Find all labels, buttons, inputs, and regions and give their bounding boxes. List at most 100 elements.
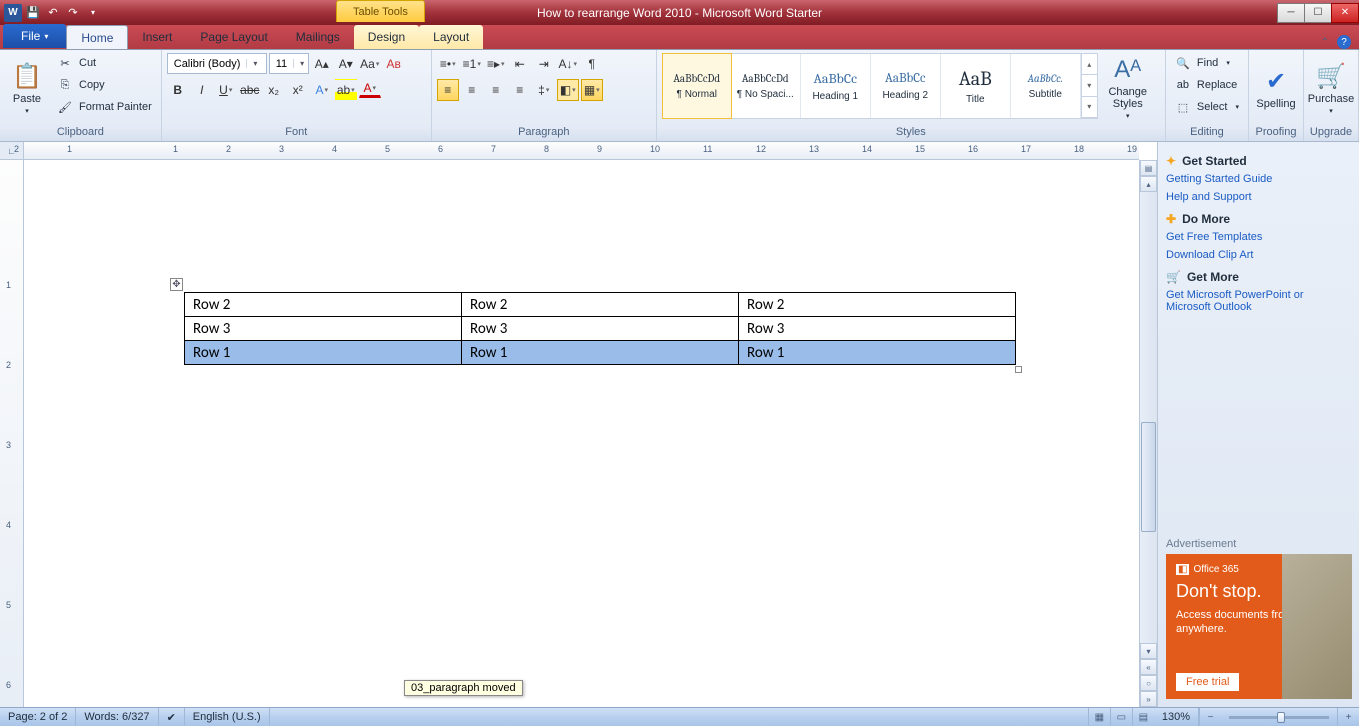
bold-button[interactable]: B [167, 79, 189, 101]
scroll-up-button[interactable]: ▴ [1140, 176, 1157, 192]
minimize-ribbon-icon[interactable]: ⌃ [1321, 37, 1329, 48]
justify-button[interactable]: ≡ [509, 79, 531, 101]
tab-selector[interactable]: ∟ [0, 142, 24, 159]
link-help-support[interactable]: Help and Support [1166, 190, 1351, 204]
link-getting-started[interactable]: Getting Started Guide [1166, 172, 1351, 186]
align-center-button[interactable]: ≡ [461, 79, 483, 101]
paste-button[interactable]: 📋 Paste ▾ [5, 53, 49, 123]
redo-icon[interactable]: ↷ [64, 4, 82, 22]
status-page[interactable]: Page: 2 of 2 [0, 708, 76, 726]
bullets-button[interactable]: ≡• [437, 53, 459, 75]
grow-font-button[interactable]: A▴ [311, 53, 333, 75]
link-templates[interactable]: Get Free Templates [1166, 230, 1351, 244]
zoom-out-button[interactable]: − [1199, 708, 1221, 726]
superscript-button[interactable]: x² [287, 79, 309, 101]
style-nospacing[interactable]: AaBbCcDd¶ No Spaci... [731, 54, 801, 118]
vertical-ruler[interactable]: 123456 [0, 160, 24, 707]
maximize-button[interactable]: ☐ [1304, 3, 1332, 23]
undo-icon[interactable]: ↶ [44, 4, 62, 22]
sort-button[interactable]: A↓ [557, 53, 579, 75]
align-right-button[interactable]: ≡ [485, 79, 507, 101]
copy-button[interactable]: ⎘Copy [53, 75, 156, 95]
select-button[interactable]: ⬚Select▾ [1171, 97, 1243, 117]
tab-page-layout[interactable]: Page Layout [186, 25, 281, 49]
status-language[interactable]: English (U.S.) [185, 708, 270, 726]
borders-button[interactable]: ▦ [581, 79, 603, 101]
scroll-down-button[interactable]: ▾ [1140, 643, 1157, 659]
shrink-font-button[interactable]: A▾ [335, 53, 357, 75]
vertical-scrollbar[interactable]: ▤ ▴ ▾ « ○ » [1139, 160, 1157, 707]
zoom-thumb[interactable] [1277, 712, 1285, 723]
tab-mailings[interactable]: Mailings [282, 25, 354, 49]
zoom-level[interactable]: 130% [1154, 708, 1199, 726]
change-case-button[interactable]: Aa [359, 53, 381, 75]
prev-page-button[interactable]: « [1140, 659, 1157, 675]
tab-insert[interactable]: Insert [128, 25, 186, 49]
styles-gallery[interactable]: AaBbCcDd¶ Normal AaBbCcDd¶ No Spaci... A… [662, 53, 1098, 119]
file-tab[interactable]: File ▾ [3, 24, 66, 48]
advertisement[interactable]: ◧Office 365 Don't stop. Access documents… [1166, 554, 1352, 699]
spelling-button[interactable]: ✔Spelling [1254, 53, 1298, 123]
table-move-handle-icon[interactable]: ✥ [170, 278, 183, 291]
subscript-button[interactable]: x₂ [263, 79, 285, 101]
zoom-in-button[interactable]: + [1337, 708, 1359, 726]
word-icon[interactable]: W [4, 4, 22, 22]
underline-button[interactable]: U [215, 79, 237, 101]
align-left-button[interactable]: ≡ [437, 79, 459, 101]
horizontal-ruler[interactable]: ∟ 2112345678910111213141516171819 [0, 142, 1139, 160]
shading-button[interactable]: ◧ [557, 79, 579, 101]
style-heading2[interactable]: AaBbCcHeading 2 [871, 54, 941, 118]
vruler-tick: 2 [6, 360, 11, 370]
styles-scroll[interactable]: ▴▾▾ [1081, 54, 1097, 118]
line-spacing-button[interactable]: ‡ [533, 79, 555, 101]
browse-object-button[interactable]: ○ [1140, 675, 1157, 691]
font-color-button[interactable]: A [359, 79, 381, 98]
purchase-button[interactable]: 🛒Purchase▾ [1309, 53, 1353, 123]
ad-cta-button[interactable]: Free trial [1176, 673, 1239, 691]
format-painter-button[interactable]: 🖌Format Painter [53, 97, 156, 117]
numbering-button[interactable]: ≡1 [461, 53, 483, 75]
status-words[interactable]: Words: 6/327 [76, 708, 158, 726]
close-button[interactable]: ✕ [1331, 3, 1359, 23]
link-get-office[interactable]: Get Microsoft PowerPoint or Microsoft Ou… [1166, 288, 1351, 314]
style-subtitle[interactable]: AaBbCc.Subtitle [1011, 54, 1081, 118]
indent-button[interactable]: ⇥ [533, 53, 555, 75]
style-normal[interactable]: AaBbCcDd¶ Normal [662, 53, 732, 119]
strike-button[interactable]: abc [239, 79, 261, 101]
font-size-combo[interactable]: 11▾ [269, 53, 309, 74]
scroll-thumb[interactable] [1141, 422, 1156, 532]
tab-layout[interactable]: Layout [419, 25, 483, 49]
replace-button[interactable]: abReplace [1171, 75, 1243, 95]
show-marks-button[interactable]: ¶ [581, 53, 603, 75]
multilevel-button[interactable]: ≡▸ [485, 53, 507, 75]
table-resize-handle-icon[interactable] [1015, 366, 1022, 373]
save-icon[interactable]: 💾 [24, 4, 42, 22]
clear-format-button[interactable]: Aʙ [383, 53, 405, 75]
cut-button[interactable]: ✂Cut [53, 53, 156, 73]
italic-button[interactable]: I [191, 79, 213, 101]
style-title[interactable]: AaBTitle [941, 54, 1011, 118]
tab-design[interactable]: Design [354, 25, 419, 49]
link-clipart[interactable]: Download Clip Art [1166, 248, 1351, 262]
document-table[interactable]: Row 2Row 2Row 2 Row 3Row 3Row 3 Row 1Row… [184, 292, 1016, 365]
highlight-button[interactable]: ab [335, 79, 357, 101]
qat-customize-icon[interactable]: ▾ [84, 4, 102, 22]
change-styles-button[interactable]: Aᴬ Change Styles ▾ [1102, 53, 1154, 123]
zoom-slider[interactable] [1229, 716, 1329, 719]
style-heading1[interactable]: AaBbCcHeading 1 [801, 54, 871, 118]
find-button[interactable]: 🔍Find▾ [1171, 53, 1243, 73]
view-fullscreen-button[interactable]: ▭ [1110, 708, 1132, 726]
minimize-button[interactable]: ─ [1277, 3, 1305, 23]
outdent-button[interactable]: ⇤ [509, 53, 531, 75]
font-name-combo[interactable]: Calibri (Body)▾ [167, 53, 267, 74]
ruler-tick: 2 [226, 144, 231, 154]
status-proof-icon[interactable]: ✔ [159, 708, 185, 726]
help-icon[interactable]: ? [1337, 35, 1351, 49]
page-surface[interactable]: ✥ Row 2Row 2Row 2 Row 3Row 3Row 3 Row 1R… [24, 160, 1139, 707]
text-effects-button[interactable]: A [311, 79, 333, 101]
ruler-toggle-icon[interactable]: ▤ [1140, 160, 1157, 176]
next-page-button[interactable]: » [1140, 691, 1157, 707]
view-web-button[interactable]: ▤ [1132, 708, 1154, 726]
view-print-layout-button[interactable]: ▦ [1088, 708, 1110, 726]
tab-home[interactable]: Home [66, 25, 128, 49]
